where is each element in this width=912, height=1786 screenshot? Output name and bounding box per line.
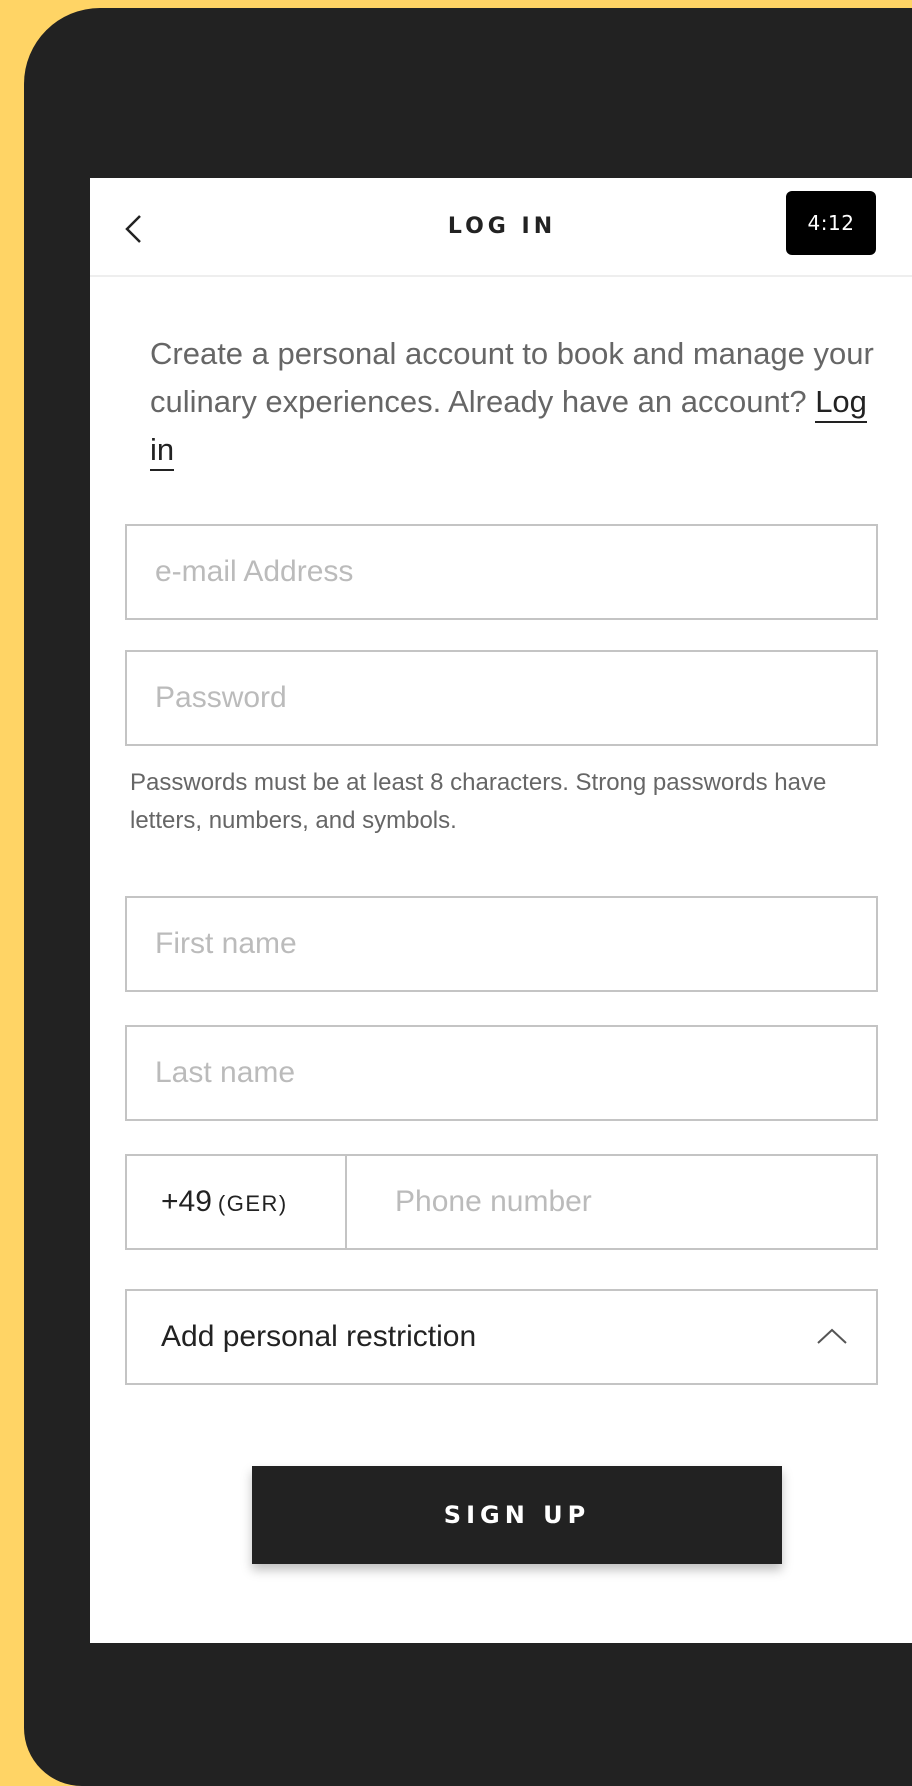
intro-text: Create a personal account to book and ma… [150, 330, 890, 474]
time-badge: 4:12 [786, 191, 876, 255]
first-name-field[interactable] [125, 896, 878, 992]
first-name-input[interactable] [127, 898, 876, 990]
country-region: (GER) [217, 1191, 288, 1216]
password-hint: Passwords must be at least 8 characters.… [130, 769, 827, 834]
last-name-input[interactable] [127, 1027, 876, 1119]
signup-button[interactable]: SIGN UP [252, 1466, 782, 1564]
restriction-dropdown[interactable]: Add personal restriction [125, 1289, 878, 1385]
password-input[interactable] [127, 652, 876, 744]
app-screen: LOG IN 4:12 Create a personal account to… [90, 178, 912, 1643]
chevron-up-icon [817, 1328, 847, 1344]
phone-input[interactable] [347, 1156, 876, 1248]
country-code: +49 [161, 1185, 212, 1218]
email-input[interactable] [127, 526, 876, 618]
password-field[interactable] [125, 650, 878, 746]
email-field[interactable] [125, 524, 878, 620]
country-code-selector[interactable]: +49 (GER) [127, 1156, 347, 1248]
device-frame: LOG IN 4:12 Create a personal account to… [24, 8, 912, 1786]
intro-description: Create a personal account to book and ma… [150, 336, 874, 419]
last-name-field[interactable] [125, 1025, 878, 1121]
restriction-label: Add personal restriction [161, 1320, 477, 1353]
phone-field: +49 (GER) [125, 1154, 878, 1250]
app-header: LOG IN 4:12 [90, 178, 912, 277]
